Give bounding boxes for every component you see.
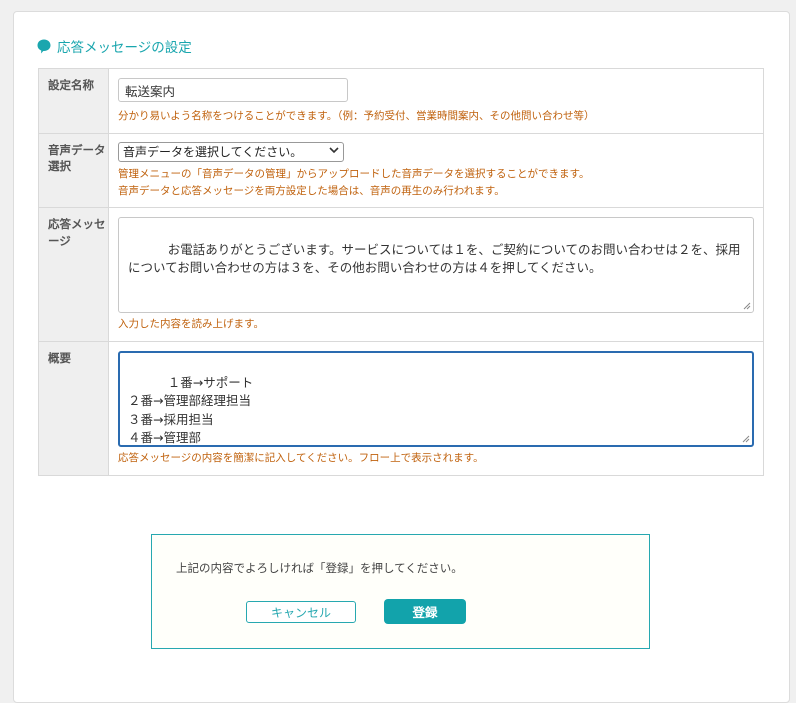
settings-form: 設定名称 転送案内 分かり易いよう名称をつけることができます。（例：予約受付、営… [38,68,764,476]
confirm-message: 上記の内容でよろしければ「登録」を押してください。 [176,561,463,575]
message-text: お電話ありがとうございます。サービスについては１を、ご契約についてのお問い合わせ… [128,241,741,275]
audio-hint-2: 音声データと応答メッセージを両方設定した場合は、音声の再生のみ行われます。 [118,184,505,197]
section-heading: 応答メッセージの設定 [37,36,192,56]
name-hint: 分かり易いよう名称をつけることができます。（例：予約受付、営業時間案内、その他問… [118,110,595,122]
message-label: 応答メッセージ [38,207,109,343]
summary-hint: 応答メッセージの内容を簡潔に記入してください。フロー上で表示されます。 [118,452,484,465]
setting-name-input[interactable]: 転送案内 [118,78,348,102]
confirm-box: 上記の内容でよろしければ「登録」を押してください。 キャンセル 登録 [151,534,650,649]
audio-data-select[interactable]: 音声データを選択してください。 [118,141,344,162]
audio-hint-1: 管理メニューの「音声データの管理」からアップロードした音声データを選択することが… [118,167,590,180]
audio-label: 音声データ選択 [38,132,109,209]
section-title: 応答メッセージの設定 [57,40,192,56]
summary-textarea[interactable]: １番→サポート ２番→管理部経理担当 ３番→採用担当 ４番→管理部 [118,351,754,448]
audio-select-value: 音声データを選択してください。 [123,145,303,160]
settings-panel: 応答メッセージの設定 設定名称 転送案内 分かり易いよう名称をつけることができま… [13,11,790,703]
speech-bubble-icon [37,39,51,54]
chevron-down-icon [329,146,339,157]
form-row-summary: 概要 １番→サポート ２番→管理部経理担当 ３番→採用担当 ４番→管理部 応答メ… [38,341,764,476]
name-label: 設定名称 [38,68,109,134]
form-row-audio: 音声データ選択 音声データを選択してください。 管理メニューの「音声データの管理… [38,132,764,209]
form-row-message: 応答メッセージ お電話ありがとうございます。サービスについては１を、ご契約につい… [38,207,764,343]
message-label-text: 応答メッセージ [48,217,106,249]
resize-handle-icon[interactable] [743,302,751,310]
message-hint: 入力した内容を読み上げます。 [118,318,264,331]
cancel-button[interactable]: キャンセル [246,601,356,623]
message-textarea[interactable]: お電話ありがとうございます。サービスについては１を、ご契約についてのお問い合わせ… [118,217,754,314]
summary-text: １番→サポート ２番→管理部経理担当 ３番→採用担当 ４番→管理部 [128,375,254,445]
register-button[interactable]: 登録 [384,599,466,624]
audio-label-text: 音声データ選択 [48,142,106,174]
form-row-name: 設定名称 転送案内 分かり易いよう名称をつけることができます。（例：予約受付、営… [38,68,764,134]
resize-handle-icon[interactable] [742,435,750,443]
summary-label: 概要 [38,341,109,476]
